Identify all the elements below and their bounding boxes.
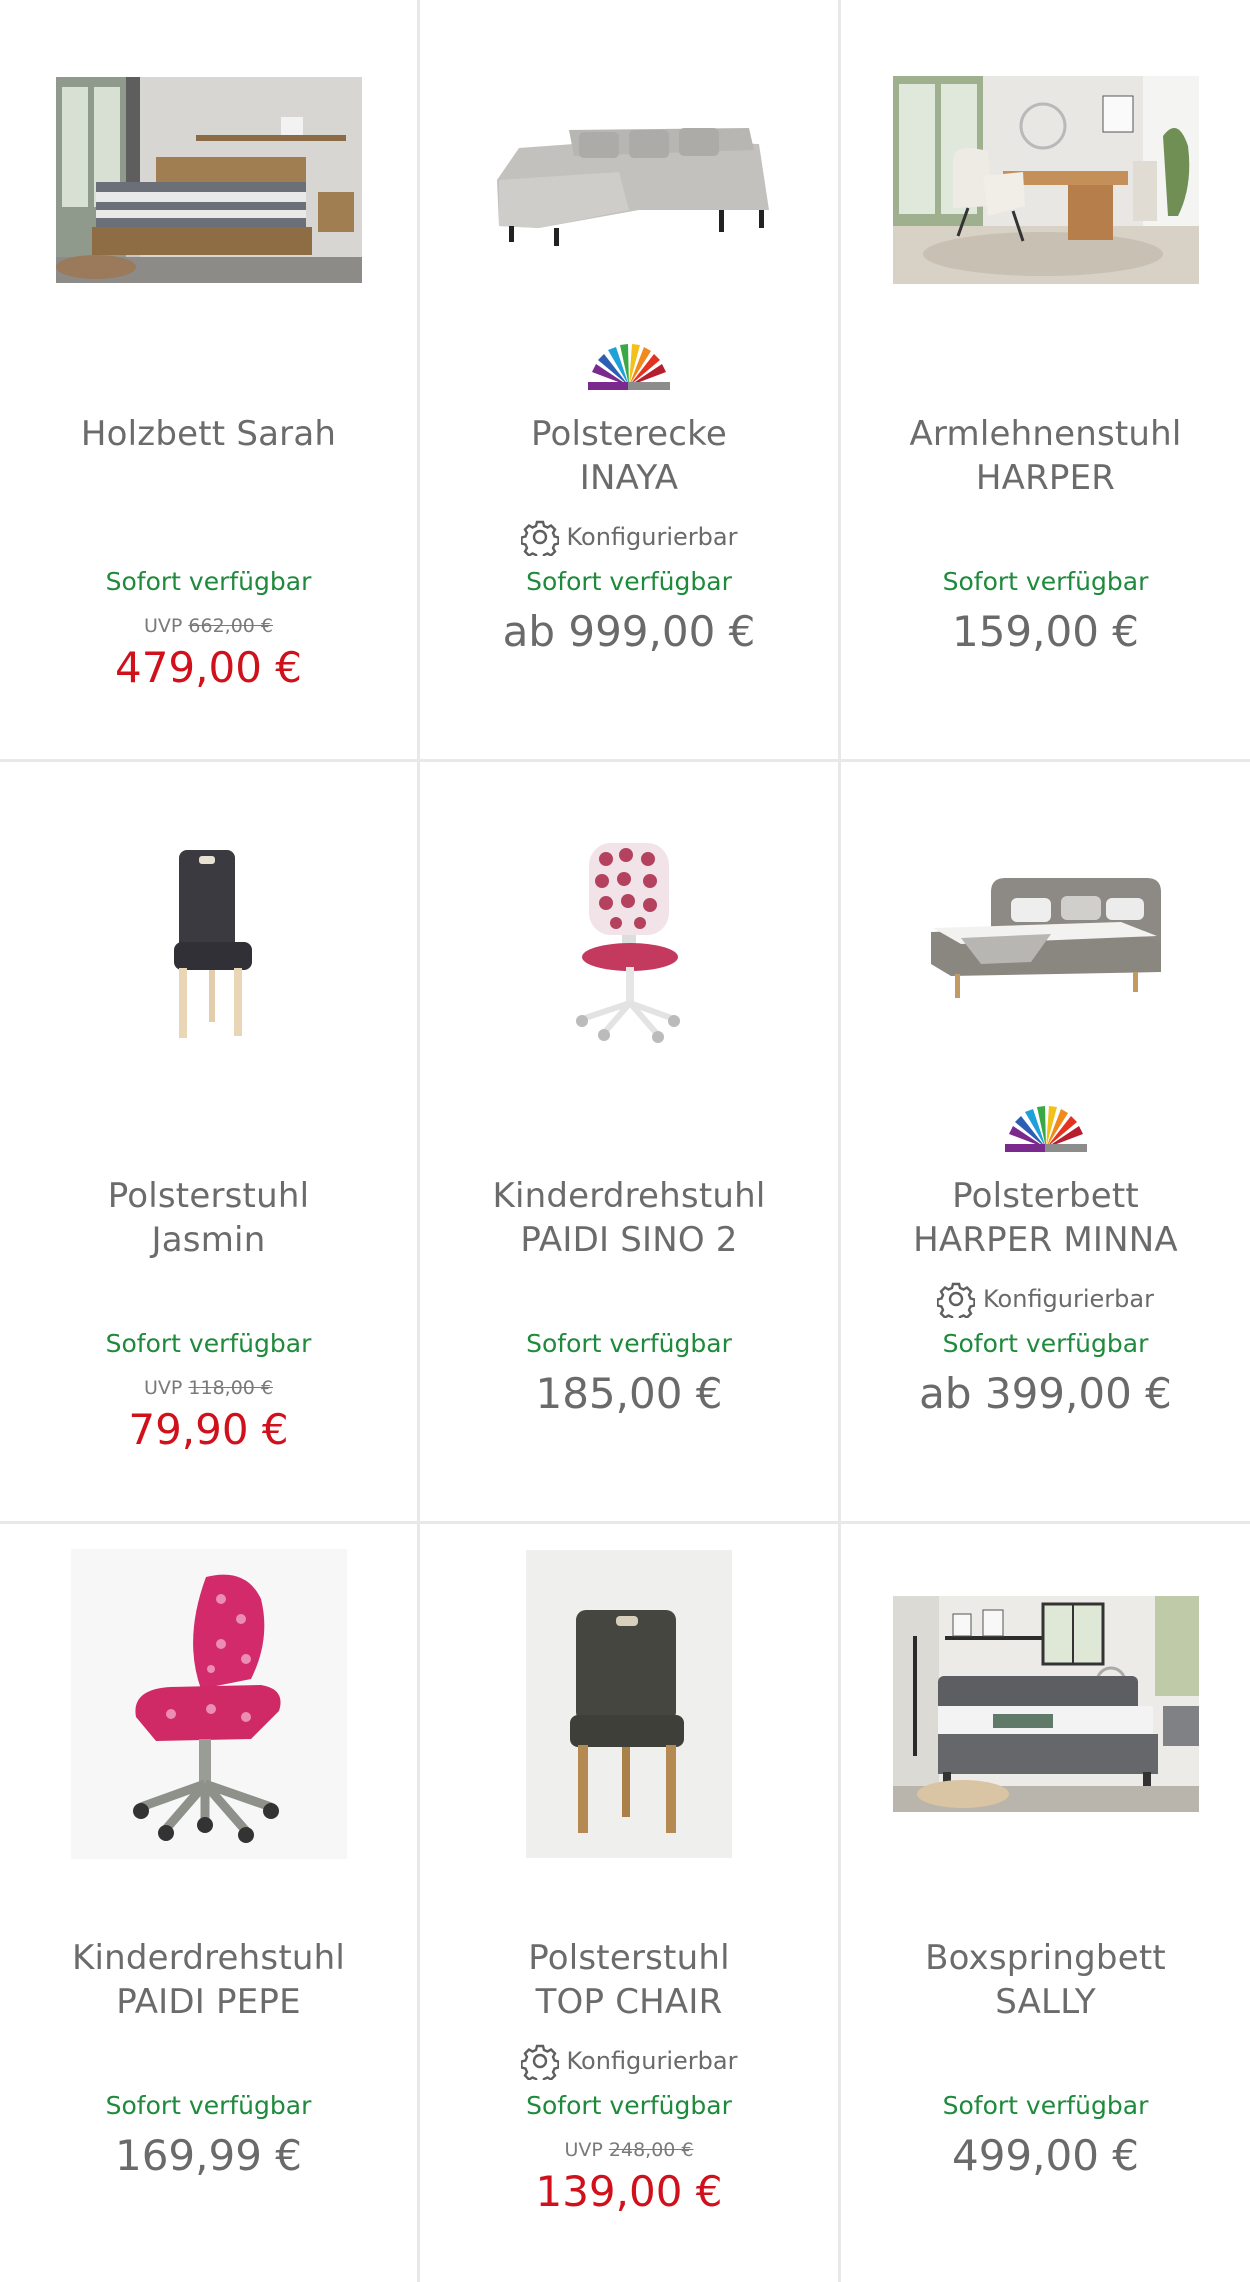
quality-label-logo bbox=[841, 1102, 1250, 1154]
product-name[interactable]: Polsterbett HARPER MINNA bbox=[851, 1174, 1240, 1262]
product-card[interactable]: Armlehnenstuhl HARPER Sofort verfügbar 1… bbox=[841, 0, 1250, 759]
uvp-old-price: 118,00 € bbox=[188, 1377, 274, 1399]
product-name[interactable]: Polsterecke INAYA bbox=[430, 412, 828, 500]
product-image[interactable] bbox=[0, 1549, 417, 1859]
product-card[interactable]: Polsterecke INAYA Konfigurierbar Sofort … bbox=[420, 0, 838, 759]
product-name[interactable]: Polsterstuhl Jasmin bbox=[10, 1174, 407, 1262]
product-name-line[interactable]: Kinderdrehstuhl bbox=[10, 1936, 407, 1980]
product-price: 79,90 € bbox=[128, 1405, 289, 1454]
product-card[interactable]: Polsterstuhl TOP CHAIR Konfigurierbar So… bbox=[420, 1524, 838, 2282]
product-image[interactable] bbox=[420, 50, 838, 310]
availability-status: Sofort verfügbar bbox=[526, 1329, 732, 1358]
product-name[interactable]: Boxspringbett SALLY bbox=[851, 1936, 1240, 2024]
product-price: ab 399,00 € bbox=[919, 1369, 1172, 1418]
product-price: ab 999,00 € bbox=[502, 607, 756, 656]
availability-status: Sofort verfügbar bbox=[942, 567, 1149, 596]
product-image[interactable] bbox=[841, 812, 1250, 1072]
product-name-line[interactable]: SALLY bbox=[851, 1980, 1240, 2024]
product-name-line[interactable]: INAYA bbox=[430, 456, 828, 500]
product-card[interactable]: Boxspringbett SALLY Sofort verfügbar 499… bbox=[841, 1524, 1250, 2282]
product-card[interactable]: Polsterstuhl Jasmin Sofort verfügbar UVP… bbox=[0, 762, 417, 1521]
configurable-label: Konfigurierbar bbox=[566, 523, 738, 551]
availability-status: Sofort verfügbar bbox=[105, 1329, 312, 1358]
product-name[interactable]: Armlehnenstuhl HARPER bbox=[851, 412, 1240, 500]
uvp-label: UVP bbox=[143, 615, 183, 637]
product-price: 159,00 € bbox=[951, 607, 1140, 656]
product-grid: Holzbett Sarah Sofort verfügbar UVP 662,… bbox=[0, 0, 1250, 2282]
product-price: 169,99 € bbox=[114, 2131, 303, 2180]
product-name[interactable]: Holzbett Sarah bbox=[10, 412, 407, 456]
product-image[interactable] bbox=[0, 812, 417, 1072]
uvp-price: UVP 248,00 € bbox=[420, 2139, 838, 2161]
product-name[interactable]: Kinderdrehstuhl PAIDI SINO 2 bbox=[430, 1174, 828, 1262]
configurable-label: Konfigurierbar bbox=[566, 2047, 738, 2075]
configurable-label: Konfigurierbar bbox=[983, 1285, 1154, 1313]
quality-label-logo bbox=[420, 340, 838, 392]
availability-status: Sofort verfügbar bbox=[526, 2091, 732, 2120]
uvp-label: UVP bbox=[564, 2139, 603, 2161]
uvp-price: UVP 118,00 € bbox=[0, 1377, 417, 1399]
product-price: 185,00 € bbox=[535, 1369, 723, 1418]
product-image[interactable] bbox=[841, 50, 1250, 310]
product-name-line[interactable]: TOP CHAIR bbox=[430, 1980, 828, 2024]
product-price: 479,00 € bbox=[114, 643, 303, 692]
product-name-line[interactable]: Polsterecke bbox=[430, 412, 828, 456]
product-card[interactable]: Polsterbett HARPER MINNA Konfigurierbar … bbox=[841, 762, 1250, 1521]
product-image[interactable] bbox=[420, 812, 838, 1072]
availability-status: Sofort verfügbar bbox=[526, 567, 732, 596]
availability-status: Sofort verfügbar bbox=[105, 2091, 312, 2120]
product-name-line[interactable]: Polsterstuhl bbox=[10, 1174, 407, 1218]
configurable-badge: Konfigurierbar bbox=[420, 517, 838, 557]
availability-status: Sofort verfügbar bbox=[942, 1329, 1149, 1358]
product-price: 499,00 € bbox=[951, 2131, 1140, 2180]
product-name-line[interactable]: PAIDI SINO 2 bbox=[430, 1218, 828, 1262]
configurable-badge: Konfigurierbar bbox=[841, 1279, 1250, 1319]
product-name-line[interactable]: Polsterbett bbox=[851, 1174, 1240, 1218]
availability-status: Sofort verfügbar bbox=[105, 567, 312, 596]
product-name-line[interactable]: Holzbett Sarah bbox=[10, 412, 407, 456]
product-name-line[interactable]: PAIDI PEPE bbox=[10, 1980, 407, 2024]
availability-status: Sofort verfügbar bbox=[942, 2091, 1149, 2120]
product-card[interactable]: Holzbett Sarah Sofort verfügbar UVP 662,… bbox=[0, 0, 417, 759]
uvp-old-price: 248,00 € bbox=[608, 2139, 694, 2161]
product-card[interactable]: Kinderdrehstuhl PAIDI PEPE Sofort verfüg… bbox=[0, 1524, 417, 2282]
uvp-old-price: 662,00 € bbox=[188, 615, 274, 637]
product-name-line[interactable]: Kinderdrehstuhl bbox=[430, 1174, 828, 1218]
product-name-line[interactable]: Jasmin bbox=[10, 1218, 407, 1262]
product-name[interactable]: Polsterstuhl TOP CHAIR bbox=[430, 1936, 828, 2024]
product-name-line[interactable]: HARPER bbox=[851, 456, 1240, 500]
product-image[interactable] bbox=[841, 1574, 1250, 1834]
product-image[interactable] bbox=[0, 50, 417, 310]
gear-icon bbox=[520, 2044, 559, 2080]
product-price: 139,00 € bbox=[535, 2167, 723, 2216]
product-name-line[interactable]: HARPER MINNA bbox=[851, 1218, 1240, 1262]
product-name-line[interactable]: Polsterstuhl bbox=[430, 1936, 828, 1980]
gear-icon bbox=[937, 1282, 975, 1318]
configurable-badge: Konfigurierbar bbox=[420, 2041, 838, 2081]
uvp-price: UVP 662,00 € bbox=[0, 615, 417, 637]
product-image[interactable] bbox=[420, 1550, 838, 1858]
uvp-label: UVP bbox=[143, 1377, 183, 1399]
product-card[interactable]: Kinderdrehstuhl PAIDI SINO 2 Sofort verf… bbox=[420, 762, 838, 1521]
product-name-line[interactable]: Armlehnenstuhl bbox=[851, 412, 1240, 456]
product-name[interactable]: Kinderdrehstuhl PAIDI PEPE bbox=[10, 1936, 407, 2024]
gear-icon bbox=[520, 520, 559, 556]
product-name-line[interactable]: Boxspringbett bbox=[851, 1936, 1240, 1980]
